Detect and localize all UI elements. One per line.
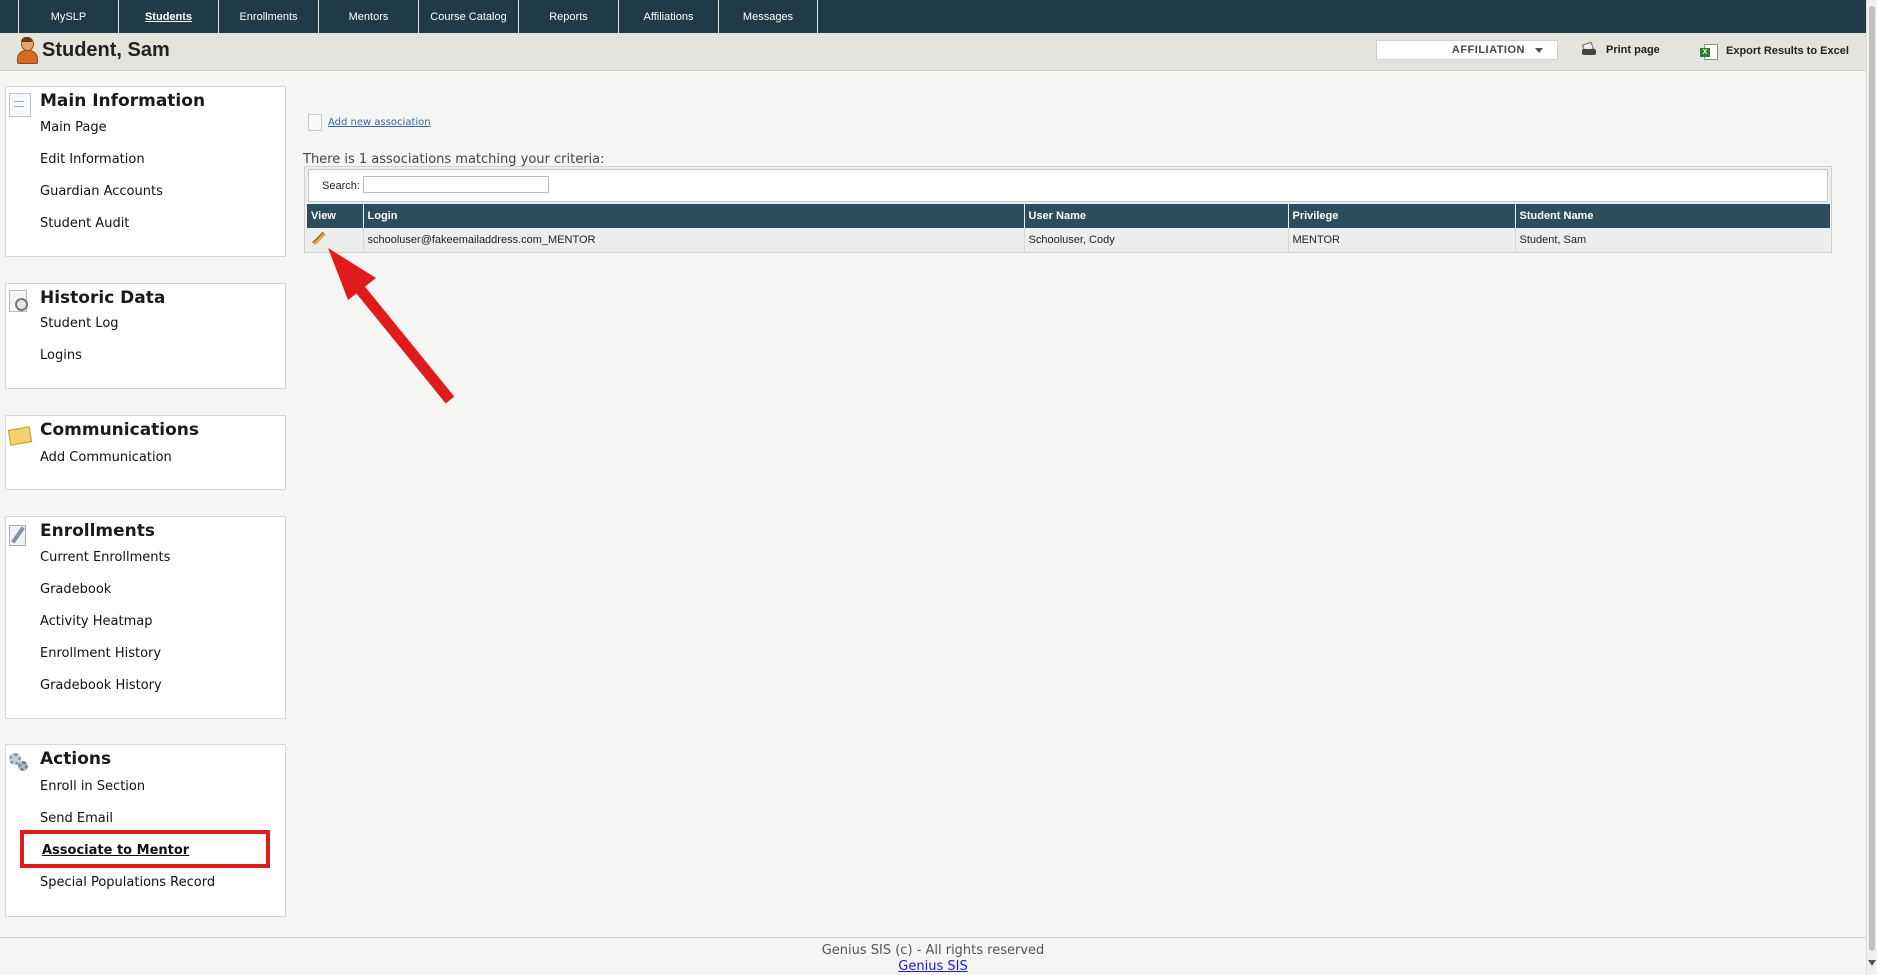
document-icon — [9, 93, 31, 117]
panel-title: Main Information — [40, 91, 206, 111]
export-excel-button[interactable]: X Export Results to Excel — [1700, 42, 1849, 60]
print-page-button[interactable]: Print page — [1580, 41, 1660, 58]
column-header-view[interactable]: View — [307, 204, 364, 228]
student-name: Student, Sam — [42, 38, 170, 61]
printer-icon — [1580, 41, 1598, 58]
sidebar-item-current-enrollments[interactable]: Current Enrollments — [40, 550, 170, 565]
export-excel-label: Export Results to Excel — [1726, 45, 1849, 57]
user-name-cell: Schooluser, Cody — [1024, 228, 1289, 252]
scrollbar-thumb[interactable] — [1869, 6, 1875, 951]
sidebar-item-main-page[interactable]: Main Page — [40, 120, 107, 135]
header-bar: Student, Sam AFFILIATION Print page X Ex… — [0, 33, 1866, 71]
sidebar-item-guardian-accounts[interactable]: Guardian Accounts — [40, 184, 163, 199]
column-header-student-name[interactable]: Student Name — [1515, 204, 1830, 228]
communications-panel: Communications Add Communication — [5, 415, 286, 490]
edit-document-icon — [9, 523, 29, 546]
panel-title: Actions — [40, 749, 112, 769]
add-new-association-label: Add new association — [328, 117, 431, 128]
search-input[interactable] — [363, 176, 549, 193]
footer-divider — [0, 937, 1866, 938]
chevron-down-icon — [1535, 47, 1543, 53]
page-title: Student, Sam — [16, 37, 170, 64]
associations-table-container: Search: View Login User Name Privilege S… — [304, 166, 1832, 253]
sidebar-item-enrollment-history[interactable]: Enrollment History — [40, 646, 161, 661]
main-information-panel: Main Information Main Page Edit Informat… — [5, 86, 286, 257]
historic-data-panel: Historic Data Student Log Logins — [5, 283, 286, 389]
tab-reports[interactable]: Reports — [518, 0, 618, 33]
results-count-text: There is 1 associations matching your cr… — [303, 152, 605, 167]
tab-mentors[interactable]: Mentors — [318, 0, 418, 33]
actions-panel: Actions Enroll in Section Send Email Ass… — [5, 744, 286, 917]
annotation-arrow-icon — [328, 248, 455, 404]
tab-affiliations[interactable]: Affiliations — [618, 0, 718, 33]
student-avatar-icon — [16, 37, 38, 64]
gears-icon — [9, 751, 29, 773]
tab-course-catalog[interactable]: Course Catalog — [418, 0, 518, 33]
enrollments-panel: Enrollments Current Enrollments Gradeboo… — [5, 516, 286, 719]
affiliation-select-label: AFFILIATION — [1451, 44, 1525, 56]
tab-students[interactable]: Students — [118, 0, 218, 33]
sidebar-item-associate-to-mentor[interactable]: Associate to Mentor — [42, 843, 189, 858]
new-document-icon — [308, 114, 322, 131]
panel-title: Communications — [40, 420, 200, 440]
tab-enrollments[interactable]: Enrollments — [218, 0, 318, 33]
print-page-label: Print page — [1606, 44, 1660, 56]
footer-genius-sis-link[interactable]: Genius SIS — [898, 959, 967, 974]
sidebar-item-gradebook[interactable]: Gradebook — [40, 582, 111, 597]
affiliation-select[interactable]: AFFILIATION — [1376, 40, 1558, 60]
magnifier-icon — [9, 290, 29, 312]
sidebar-item-activity-heatmap[interactable]: Activity Heatmap — [40, 614, 152, 629]
column-header-privilege[interactable]: Privilege — [1288, 204, 1516, 228]
privilege-cell: MENTOR — [1288, 228, 1516, 252]
table-row: schooluser@fakeemailaddress.com_MENTOR S… — [307, 228, 1830, 252]
tab-myslp[interactable]: MySLP — [18, 0, 118, 33]
sidebar-item-special-populations-record[interactable]: Special Populations Record — [40, 875, 215, 890]
column-header-user-name[interactable]: User Name — [1024, 204, 1289, 228]
sidebar-item-logins[interactable]: Logins — [40, 348, 82, 363]
envelope-icon — [7, 422, 33, 446]
panel-title: Enrollments — [40, 521, 156, 541]
sidebar-item-enroll-in-section[interactable]: Enroll in Section — [40, 779, 145, 794]
column-header-login[interactable]: Login — [363, 204, 1025, 228]
search-label: Search: — [322, 180, 360, 192]
excel-icon: X — [1700, 42, 1718, 60]
footer: Genius SIS (c) - All rights reserved Gen… — [0, 943, 1866, 975]
sidebar-item-send-email[interactable]: Send Email — [40, 811, 113, 826]
sidebar-item-student-log[interactable]: Student Log — [40, 316, 119, 331]
sidebar-item-add-communication[interactable]: Add Communication — [40, 450, 172, 465]
vertical-scrollbar[interactable] — [1866, 0, 1877, 975]
sidebar-item-edit-information[interactable]: Edit Information — [40, 152, 145, 167]
associations-table: View Login User Name Privilege Student N… — [307, 204, 1830, 252]
scroll-down-arrow-icon[interactable] — [1868, 960, 1876, 966]
table-header-row: View Login User Name Privilege Student N… — [307, 204, 1830, 228]
footer-copyright: Genius SIS (c) - All rights reserved — [821, 943, 1045, 958]
sidebar-item-gradebook-history[interactable]: Gradebook History — [40, 678, 162, 693]
student-name-cell: Student, Sam — [1515, 228, 1830, 252]
top-nav: MySLP Students Enrollments Mentors Cours… — [0, 0, 1866, 33]
panel-title: Historic Data — [40, 288, 166, 308]
tab-messages[interactable]: Messages — [718, 0, 818, 33]
nav-tabs: MySLP Students Enrollments Mentors Cours… — [18, 0, 818, 33]
add-new-association-link[interactable]: Add new association — [308, 114, 431, 131]
sidebar-item-student-audit[interactable]: Student Audit — [40, 216, 129, 231]
search-bar: Search: — [308, 169, 1828, 202]
